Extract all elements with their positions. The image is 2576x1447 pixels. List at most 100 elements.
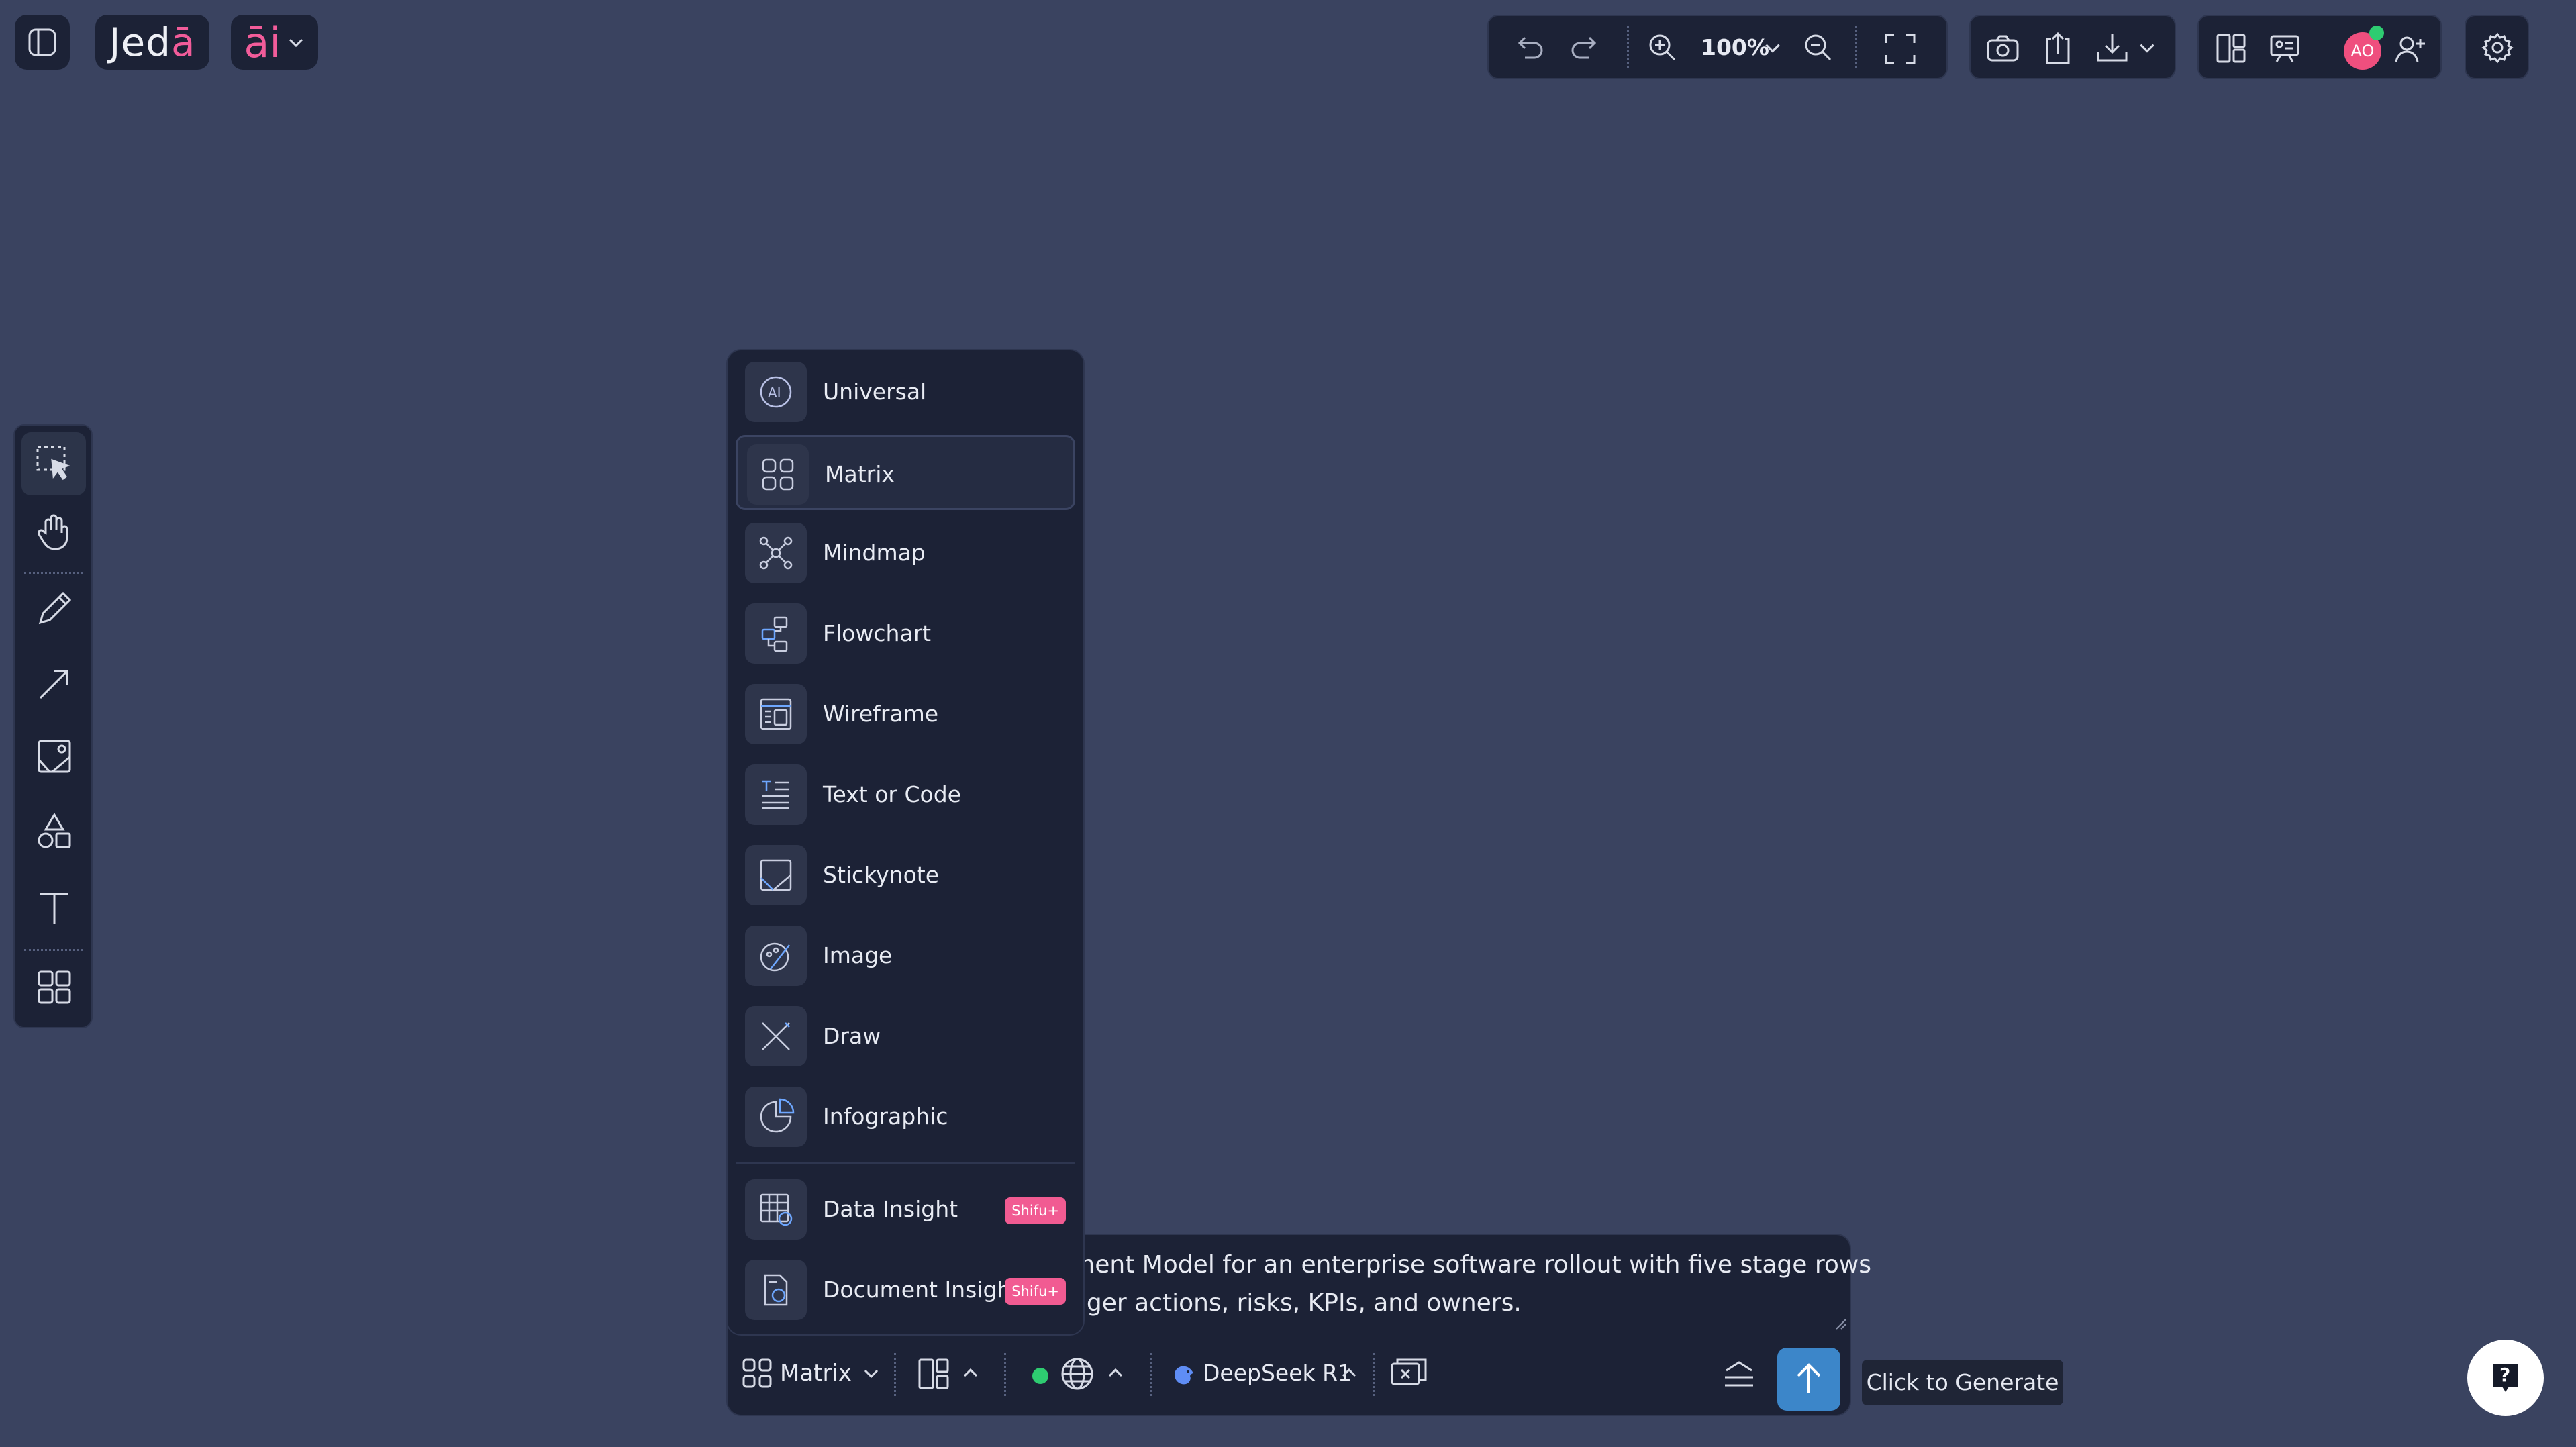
menu-item-label: Text or Code [823,781,961,807]
menu-item-document-insight[interactable]: Document Insight Shifu+ [736,1252,1075,1328]
web-chevron-up-icon [1106,1364,1125,1383]
chevron-down-icon [287,33,305,52]
text-icon [745,764,807,825]
brand-accent: ā [171,19,196,65]
layout-chevron-up-icon [961,1364,980,1383]
undo-icon[interactable] [1513,31,1546,64]
menu-item-label: Flowchart [823,620,932,646]
mode-selector[interactable]: Matrix [741,1352,882,1395]
infographic-icon [745,1087,807,1147]
prompt-textarea[interactable]: ement Model for an enterprise software r… [1056,1246,1872,1322]
hand-pan-icon[interactable] [35,513,74,552]
shapes-icon[interactable] [35,812,74,851]
menu-item-label: Draw [823,1023,881,1049]
menu-item-universal[interactable]: AI Universal [736,354,1075,430]
mode-chevron-down-icon [862,1364,881,1383]
menu-item-draw[interactable]: Draw [736,999,1075,1074]
grid-icon [741,1357,773,1389]
arrow-line-icon[interactable] [35,664,74,703]
grid-icon [747,444,809,505]
download-chevron-down-icon[interactable] [2137,38,2157,58]
menu-item-stickynote[interactable]: Stickynote [736,838,1075,913]
mode-label: Matrix [780,1360,852,1387]
brand-prefix: Jed [109,19,172,65]
data-insight-icon [745,1179,807,1240]
document-insight-icon [745,1260,807,1320]
resize-handle-icon[interactable] [1834,1317,1847,1330]
menu-item-image[interactable]: Image [736,918,1075,993]
zoom-in-icon[interactable] [1646,31,1679,64]
svg-text:AI: AI [768,385,781,401]
menu-item-label: Wireframe [823,701,939,727]
fit-screen-icon[interactable] [1882,31,1918,67]
download-icon[interactable] [2094,30,2130,66]
history-zoom-toolbar: 100% [1487,15,1948,79]
zoom-chevron-down-icon[interactable] [1763,38,1783,58]
question-icon: ? [2490,1361,2521,1395]
collab-toolbar: AO [2197,15,2442,79]
menu-item-data-insight[interactable]: Data Insight Shifu+ [736,1172,1075,1247]
layout-selector[interactable] [917,1352,991,1395]
menu-item-wireframe[interactable]: Wireframe [736,677,1075,752]
menu-item-label: Matrix [825,461,895,487]
shifu-plus-badge: Shifu+ [1005,1278,1066,1305]
layout-panels-icon[interactable] [2214,31,2248,66]
jeda-logo[interactable]: Jed ā [95,15,209,70]
menu-divider [736,1162,1075,1164]
menu-item-label: Universal [823,379,927,405]
mindmap-icon [745,523,807,583]
generate-send-button[interactable] [1777,1348,1840,1411]
web-search-selector[interactable] [1059,1352,1133,1395]
mode-dropdown-menu: AI Universal Matrix Mindmap Flowchart Wi… [726,349,1085,1336]
wireframe-icon [745,684,807,744]
menu-item-label: Stickynote [823,862,940,888]
text-tool-icon[interactable] [35,889,74,928]
ai-circle-icon: AI [745,362,807,422]
svg-text:?: ? [2499,1364,2510,1386]
pencil-icon[interactable] [35,589,74,628]
select-tool-button[interactable] [21,432,86,495]
model-chevron-up-icon [1340,1364,1358,1383]
menu-item-label: Mindmap [823,540,926,566]
image-frame-icon[interactable] [35,737,74,776]
model-label: DeepSeek R1 [1203,1360,1352,1386]
add-user-icon[interactable] [2393,32,2427,66]
settings-toolbar [2465,15,2529,79]
templates-grid-icon[interactable] [35,968,74,1007]
menu-item-matrix[interactable]: Matrix [736,435,1075,510]
menu-item-label: Infographic [823,1103,948,1130]
left-tool-palette [13,424,93,1028]
marquee-select-icon [35,444,74,483]
ai-label: āi [244,17,281,67]
menu-item-text-or-code[interactable]: Text or Code [736,757,1075,832]
shifu-plus-badge: Shifu+ [1005,1197,1066,1224]
clear-chat-icon[interactable] [1389,1357,1428,1392]
ai-menu-button[interactable]: āi [231,15,318,70]
zoom-out-icon[interactable] [1801,31,1835,64]
menu-item-label: Document Insight [823,1277,1020,1303]
collapse-panel-icon[interactable] [1721,1358,1757,1391]
draw-icon [745,1006,807,1066]
prompt-text-line-2: nager actions, risks, KPIs, and owners. [1056,1289,1522,1317]
prompt-text-line-1: ement Model for an enterprise software r… [1056,1251,1872,1279]
zoom-level[interactable]: 100% [1701,31,1769,64]
image-icon [745,926,807,986]
menu-item-label: Data Insight [823,1196,958,1222]
menu-item-label: Image [823,942,893,968]
help-button[interactable]: ? [2467,1340,2544,1416]
deepseek-whale-icon [1172,1362,1196,1385]
gear-icon[interactable] [2481,31,2514,64]
sidebar-toggle-button[interactable] [15,15,70,70]
arrow-up-icon [1792,1361,1826,1397]
generate-tooltip-text: Click to Generate [1866,1369,2059,1395]
menu-item-infographic[interactable]: Infographic [736,1079,1075,1154]
menu-item-flowchart[interactable]: Flowchart [736,596,1075,671]
online-status-dot [2369,26,2384,40]
presentation-icon[interactable] [2267,31,2302,66]
menu-item-mindmap[interactable]: Mindmap [736,515,1075,591]
globe-icon [1059,1356,1095,1392]
model-selector[interactable]: DeepSeek R1 [1172,1352,1373,1395]
redo-icon[interactable] [1568,31,1601,64]
share-upload-icon[interactable] [2042,30,2074,67]
camera-icon[interactable] [1985,32,2020,64]
